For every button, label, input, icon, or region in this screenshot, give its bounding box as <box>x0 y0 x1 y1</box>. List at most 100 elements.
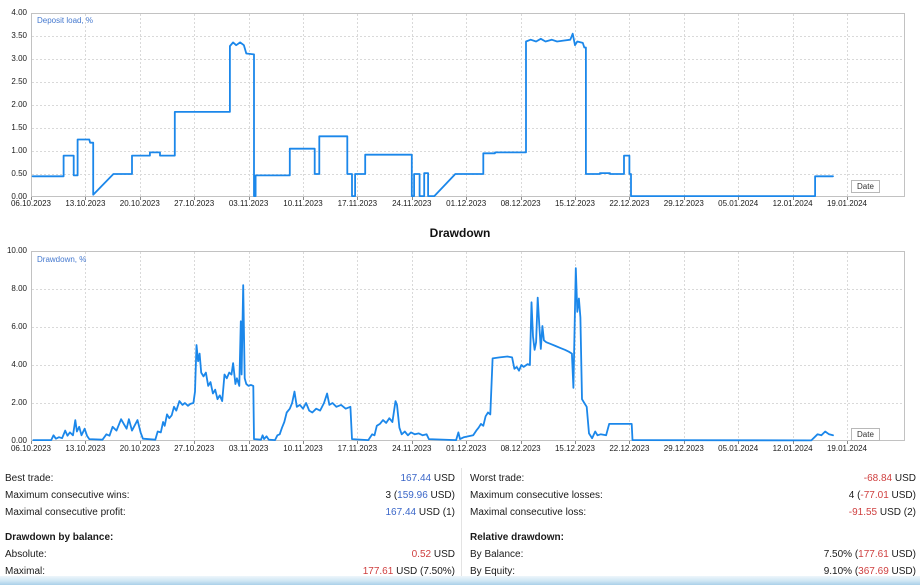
stats-column-right: Worst trade:-68.84 USDMaximum consecutiv… <box>470 470 916 580</box>
stat-value-part: 167.44 <box>401 473 432 484</box>
stat-value: 0.52 USD <box>412 546 455 563</box>
x-tick-label: 27.10.2023 <box>163 444 225 454</box>
stat-value-part: 4 ( <box>849 490 861 501</box>
x-tick-label: 20.10.2023 <box>109 199 171 209</box>
stat-value-part: USD) <box>889 549 916 560</box>
stat-value: 7.50% (177.61 USD) <box>824 546 916 563</box>
stat-value-part: USD) <box>889 490 916 501</box>
stat-row: Maximum consecutive losses: 4 (-77.01 USD… <box>470 487 916 504</box>
x-tick-label: 06.10.2023 <box>0 444 62 454</box>
y-tick-label: 1.50 <box>0 123 27 133</box>
x-tick-label: 01.12.2023 <box>435 444 497 454</box>
stat-value: 4 (-77.01 USD) <box>849 487 916 504</box>
stat-section-header: Relative drawdown: <box>470 529 916 546</box>
x-tick-label: 12.01.2024 <box>762 444 824 454</box>
stats-divider <box>461 468 462 576</box>
x-tick-label: 17.11.2023 <box>326 444 388 454</box>
stat-value-part: 0.52 <box>412 549 431 560</box>
x-tick-label: 08.12.2023 <box>490 199 552 209</box>
stat-value-part: 177.61 <box>858 549 889 560</box>
x-tick-label: 10.11.2023 <box>272 444 334 454</box>
chart-legend: Drawdown, % <box>37 255 86 265</box>
stat-value-part: -91.55 <box>849 507 877 518</box>
x-tick-label: 17.11.2023 <box>326 199 388 209</box>
drawdown-line <box>33 268 833 440</box>
stat-value-part: USD <box>431 473 455 484</box>
y-tick-label: 3.00 <box>0 54 27 64</box>
x-tick-label: 20.10.2023 <box>109 444 171 454</box>
x-tick-label: 24.11.2023 <box>381 444 443 454</box>
x-tick-label: 03.11.2023 <box>218 444 280 454</box>
stat-value-part: -68.84 <box>864 473 892 484</box>
y-tick-label: 4.00 <box>0 360 27 370</box>
x-tick-label: 13.10.2023 <box>54 444 116 454</box>
drawdown-chart <box>31 251 905 446</box>
stat-value: 3 (159.96 USD) <box>386 487 456 504</box>
stat-label: Absolute: <box>5 546 47 563</box>
x-tick-label: 29.12.2023 <box>653 199 715 209</box>
stat-row: Maximal consecutive loss: -91.55 USD (2) <box>470 504 916 521</box>
stat-value-part: USD <box>431 549 455 560</box>
x-tick-label: 27.10.2023 <box>163 199 225 209</box>
deposit-load-chart <box>31 13 905 202</box>
stat-row: Maximal consecutive profit: 167.44 USD (1… <box>5 504 455 521</box>
y-tick-label: 2.00 <box>0 100 27 110</box>
stat-row: By Balance: 7.50% (177.61 USD) <box>470 546 916 563</box>
x-tick-label: 24.11.2023 <box>381 199 443 209</box>
stat-value-part: -77.01 <box>860 490 888 501</box>
y-tick-label: 8.00 <box>0 284 27 294</box>
chart-title: Drawdown <box>0 226 920 240</box>
date-axis-label: Date <box>851 180 880 193</box>
x-tick-label: 15.12.2023 <box>544 444 606 454</box>
x-tick-label: 08.12.2023 <box>490 444 552 454</box>
stat-row: Best trade: 167.44 USD <box>5 470 455 487</box>
stat-row: Absolute: 0.52 USD <box>5 546 455 563</box>
stat-label: Maximum consecutive wins: <box>5 487 129 504</box>
stat-section-header: Drawdown by balance: <box>5 529 455 546</box>
x-tick-label: 05.01.2024 <box>707 444 769 454</box>
y-tick-label: 4.00 <box>0 8 27 18</box>
x-tick-label: 22.12.2023 <box>598 199 660 209</box>
stat-label: Maximum consecutive losses: <box>470 487 603 504</box>
stats-column-left: Best trade:167.44 USDMaximum consecutive… <box>5 470 455 580</box>
stat-label: Maximal consecutive profit: <box>5 504 126 521</box>
x-tick-label: 29.12.2023 <box>653 444 715 454</box>
y-tick-label: 0.50 <box>0 169 27 179</box>
stat-value-part: USD <box>892 473 916 484</box>
x-tick-label: 22.12.2023 <box>598 444 660 454</box>
window-bottom-edge <box>0 576 920 585</box>
x-tick-label: 05.01.2024 <box>707 199 769 209</box>
stat-value-part: 3 ( <box>386 490 398 501</box>
y-tick-label: 3.50 <box>0 31 27 41</box>
stat-value-part: USD (2) <box>877 507 916 518</box>
stat-row: Worst trade: -68.84 USD <box>470 470 916 487</box>
stat-value: 167.44 USD (1) <box>386 504 456 521</box>
x-tick-label: 15.12.2023 <box>544 199 606 209</box>
date-axis-label: Date <box>851 428 880 441</box>
y-tick-label: 2.00 <box>0 398 27 408</box>
x-tick-label: 13.10.2023 <box>54 199 116 209</box>
stat-label: By Balance: <box>470 546 523 563</box>
stat-label: Worst trade: <box>470 470 524 487</box>
y-tick-label: 6.00 <box>0 322 27 332</box>
x-tick-label: 10.11.2023 <box>272 199 334 209</box>
x-tick-label: 12.01.2024 <box>762 199 824 209</box>
stat-label: Best trade: <box>5 470 53 487</box>
deposit-load-line <box>33 34 833 196</box>
y-tick-label: 10.00 <box>0 246 27 256</box>
x-tick-label: 06.10.2023 <box>0 199 62 209</box>
stat-value-part: USD) <box>428 490 455 501</box>
stat-row: Maximum consecutive wins: 3 (159.96 USD) <box>5 487 455 504</box>
stat-value-part: USD (1) <box>416 507 455 518</box>
x-tick-label: 03.11.2023 <box>218 199 280 209</box>
report-page: Deposit load, % 4.00 3.50 3.00 2.50 2.00 1.50… <box>0 0 920 585</box>
stat-value: -68.84 USD <box>864 470 916 487</box>
stat-label: Maximal consecutive loss: <box>470 504 586 521</box>
chart-legend: Deposit load, % <box>37 16 93 26</box>
stat-value-part: 167.44 <box>386 507 417 518</box>
y-tick-label: 1.00 <box>0 146 27 156</box>
stat-value-part: 7.50% ( <box>824 549 858 560</box>
stat-value: 167.44 USD <box>401 470 456 487</box>
x-tick-label: 01.12.2023 <box>435 199 497 209</box>
y-tick-label: 2.50 <box>0 77 27 87</box>
